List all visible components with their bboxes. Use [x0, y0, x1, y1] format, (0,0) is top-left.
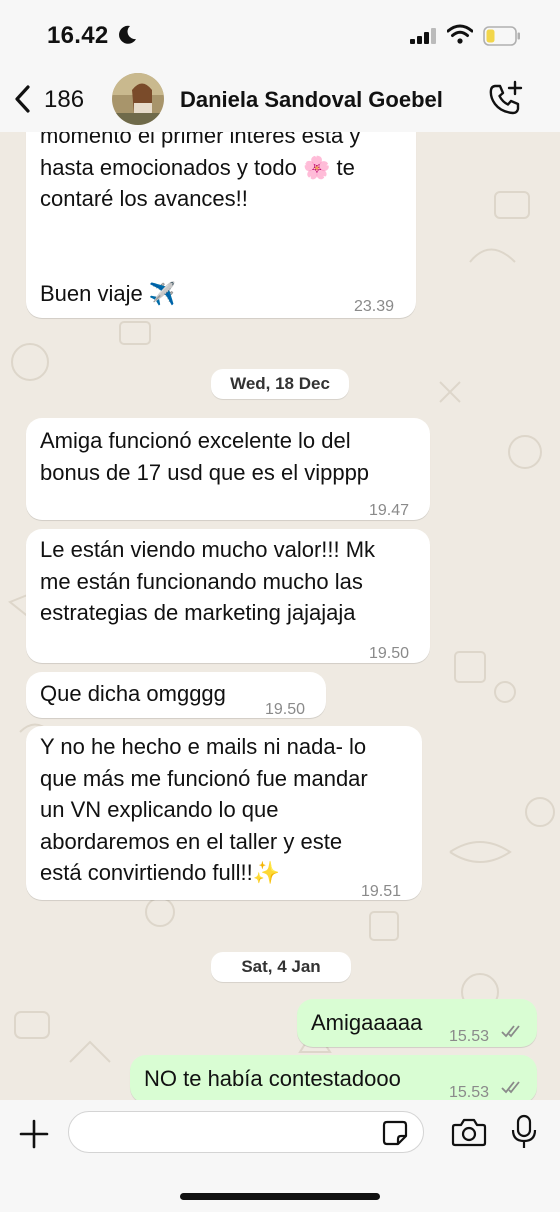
battery-icon — [483, 26, 520, 46]
message-bubble-incoming[interactable]: Y no he hecho e mails ni nada- lo que má… — [26, 726, 422, 900]
message-time: 19.47 — [369, 502, 410, 519]
message-bubble-outgoing[interactable]: NO te había contestadooo 15.53 — [130, 1055, 537, 1100]
back-icon[interactable] — [12, 84, 34, 114]
status-bar: 16.42 — [0, 0, 560, 70]
message-bubble-incoming[interactable]: Que dicha omgggg 19.50 — [26, 672, 326, 718]
home-indicator[interactable] — [180, 1193, 380, 1200]
plus-icon[interactable] — [18, 1118, 50, 1150]
message-text: Que dicha omgggg — [40, 681, 226, 706]
message-text: momento el primer interes esta y hasta e… — [40, 132, 361, 306]
read-ticks-icon — [501, 1081, 520, 1094]
date-separator: Wed, 18 Dec — [211, 369, 349, 399]
call-add-icon[interactable] — [486, 80, 524, 118]
contact-name[interactable]: Daniela Sandoval Goebel — [180, 87, 443, 113]
message-bubble-incoming[interactable]: Amiga funcionó excelente lo del bonus de… — [26, 418, 430, 520]
moon-icon — [119, 25, 136, 44]
wifi-icon — [447, 24, 473, 44]
message-time: 23.39 — [354, 298, 395, 315]
status-time: 16.42 — [47, 22, 109, 49]
message-time: 19.50 — [265, 701, 306, 718]
message-text: Amiga funcionó excelente lo del bonus de… — [40, 428, 370, 485]
chat-area[interactable]: momento el primer interes esta y hasta e… — [0, 132, 560, 1100]
message-bubble-outgoing[interactable]: Amigaaaaa 15.53 — [297, 999, 537, 1047]
message-input[interactable] — [68, 1111, 424, 1153]
mic-icon[interactable] — [510, 1114, 538, 1150]
sticker-icon[interactable] — [381, 1119, 409, 1147]
message-time: 15.53 — [449, 1028, 490, 1045]
camera-icon[interactable] — [451, 1117, 487, 1147]
signal-icon — [410, 28, 436, 44]
avatar[interactable] — [112, 73, 164, 125]
message-time: 15.53 — [449, 1084, 490, 1100]
message-bubble-incoming[interactable]: Le están viendo mucho valor!!! Mk me est… — [26, 529, 430, 663]
unread-chats-count[interactable]: 186 — [44, 86, 84, 114]
date-separator: Sat, 4 Jan — [211, 952, 351, 982]
message-text: Amigaaaaa — [311, 1010, 423, 1035]
message-bubble-incoming[interactable]: momento el primer interes esta y hasta e… — [26, 132, 416, 318]
message-text: NO te había contestadooo — [144, 1066, 401, 1091]
message-text: Y no he hecho e mails ni nada- lo que má… — [40, 734, 368, 885]
message-time: 19.51 — [361, 883, 402, 900]
read-ticks-icon — [501, 1025, 520, 1038]
message-time: 19.50 — [369, 645, 410, 662]
message-text: Le están viendo mucho valor!!! Mk me est… — [40, 537, 376, 625]
chat-header: 186 Daniela Sandoval Goebel — [0, 70, 560, 132]
